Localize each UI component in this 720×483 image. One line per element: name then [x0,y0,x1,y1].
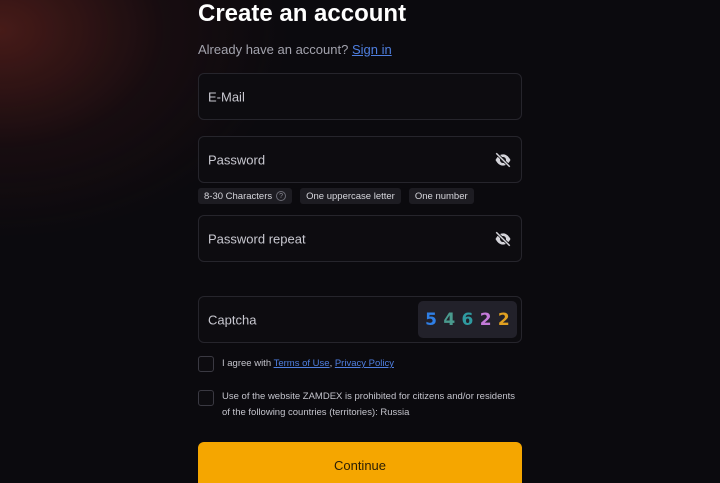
eye-off-icon[interactable] [494,230,512,248]
page-title: Create an account [198,0,407,27]
captcha-digit: 4 [443,309,456,330]
captcha-digit: 6 [461,309,474,330]
eye-off-icon[interactable] [494,151,512,169]
password-repeat-field[interactable]: Password repeat [198,215,522,262]
password-field[interactable]: Password [198,136,522,183]
terms-of-use-link[interactable]: Terms of Use [274,358,330,369]
captcha-field[interactable]: Captcha 54622 [198,296,522,343]
restriction-checkbox[interactable] [198,390,214,406]
signin-prompt-text: Already have an account? [198,42,349,57]
captcha-digit: 2 [479,309,492,330]
terms-separator: , [329,358,333,369]
password-field-label: Password [208,152,266,167]
requirement-length-badge: 8-30 Characters ? [198,188,293,204]
requirement-length-label: 8-30 Characters [204,190,273,202]
requirement-number-badge: One number [408,188,474,204]
signin-link[interactable]: Sign in [352,42,392,57]
email-field-label: E-Mail [208,89,245,104]
terms-agreement-text: I agree with Terms of Use, Privacy Polic… [222,356,522,372]
help-icon[interactable]: ? [276,191,287,201]
captcha-digit: 2 [497,309,510,330]
email-field[interactable]: E-Mail [198,73,522,120]
captcha-image[interactable]: 54622 [418,301,517,338]
password-repeat-field-label: Password repeat [208,231,306,246]
continue-button[interactable]: Continue [198,442,522,483]
captcha-digit: 5 [425,309,438,330]
password-requirements: 8-30 Characters ? One uppercase letter O… [198,188,474,204]
captcha-field-label: Captcha [208,312,257,327]
terms-prefix: I agree with [222,358,272,369]
requirement-uppercase-badge: One uppercase letter [300,188,401,204]
privacy-policy-link[interactable]: Privacy Policy [335,358,394,369]
signin-prompt-row: Already have an account? Sign in [198,41,392,59]
terms-checkbox[interactable] [198,356,214,372]
restriction-text: Use of the website ZAMDEX is prohibited … [222,391,516,418]
